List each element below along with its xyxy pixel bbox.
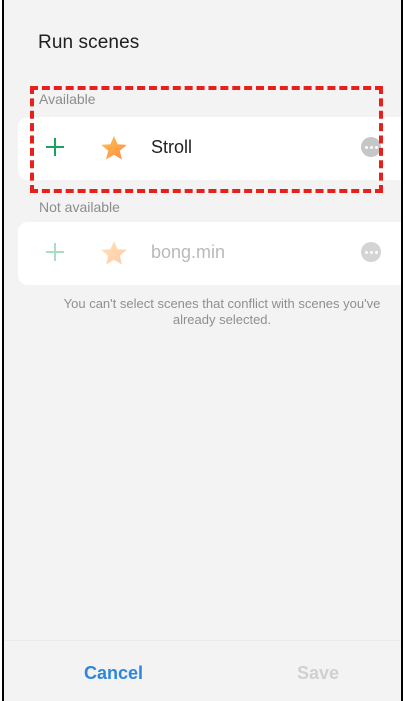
scene-name: bong.min [151, 242, 226, 262]
scene-name: Stroll [151, 137, 193, 157]
cancel-button[interactable]: Cancel [84, 663, 143, 684]
conflict-note: You can't select scenes that conflict wi… [63, 296, 381, 327]
scene-item-bong-min: bong.min [18, 222, 401, 285]
more-options-icon[interactable] [361, 137, 381, 157]
more-options-icon[interactable] [361, 242, 381, 262]
star-icon [101, 136, 127, 160]
run-scenes-dialog: Run scenes Available Stroll Not availabl… [0, 0, 406, 701]
scene-item-stroll[interactable]: Stroll [18, 117, 401, 180]
footer-divider [4, 640, 401, 641]
section-label-available: Available [39, 91, 96, 107]
save-button[interactable]: Save [297, 663, 339, 684]
section-label-not-available: Not available [39, 199, 120, 215]
dialog-title: Run scenes [38, 32, 140, 53]
plus-icon[interactable] [46, 138, 64, 156]
plus-icon [46, 243, 64, 261]
frame-border-right [401, 0, 403, 701]
star-icon [101, 241, 127, 265]
